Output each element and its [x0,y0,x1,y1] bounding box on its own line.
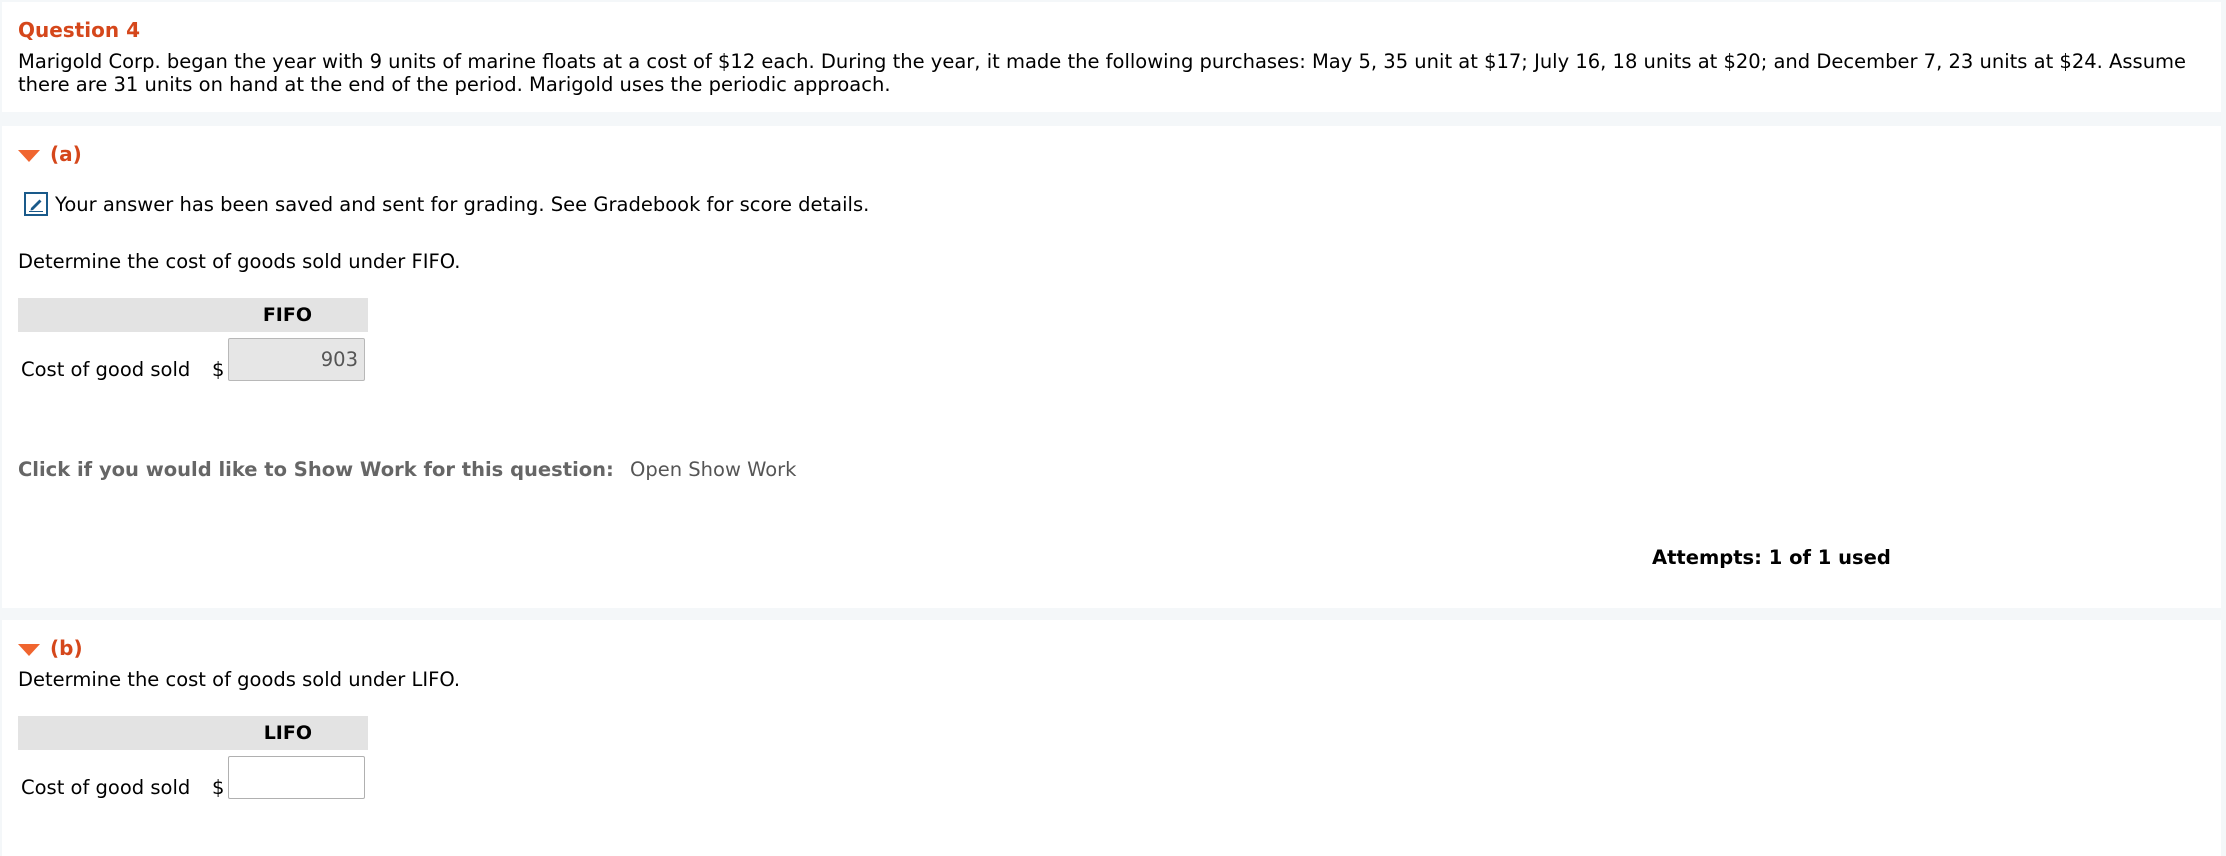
question-text: Marigold Corp. began the year with 9 uni… [18,50,2187,96]
question-panel: Question 4 Marigold Corp. began the year… [2,2,2221,112]
triangle-down-icon[interactable] [18,149,40,162]
part-a-header[interactable]: (a) [18,142,82,166]
part-a-label: (a) [50,142,82,166]
open-show-work-link[interactable]: Open Show Work [630,458,796,481]
question-title: Question 4 [18,18,140,42]
show-work-label: Click if you would like to Show Work for… [18,458,614,481]
part-b-panel: (b) Determine the cost of goods sold und… [2,620,2221,856]
part-a-panel: (a) Your answer has been saved and sent … [2,126,2221,608]
lifo-answer-field[interactable] [228,756,365,799]
attempts-counter: Attempts: 1 of 1 used [1652,546,1891,569]
saved-notice: Your answer has been saved and sent for … [24,192,869,216]
currency-symbol: $ [212,358,225,381]
part-b-prompt: Determine the cost of goods sold under L… [18,668,461,691]
currency-symbol: $ [212,776,225,799]
fifo-column-header: FIFO [18,298,368,332]
cogs-row-label: Cost of good sold [21,776,191,799]
part-b-header[interactable]: (b) [18,636,83,660]
part-b-label: (b) [50,636,83,660]
lifo-column-header: LIFO [18,716,368,750]
cogs-row-label: Cost of good sold [21,358,191,381]
part-a-prompt: Determine the cost of goods sold under F… [18,250,461,273]
edit-pencil-icon [24,192,48,216]
saved-message: Your answer has been saved and sent for … [55,192,870,216]
fifo-answer-field: 903 [228,338,365,381]
triangle-down-icon[interactable] [18,643,40,656]
